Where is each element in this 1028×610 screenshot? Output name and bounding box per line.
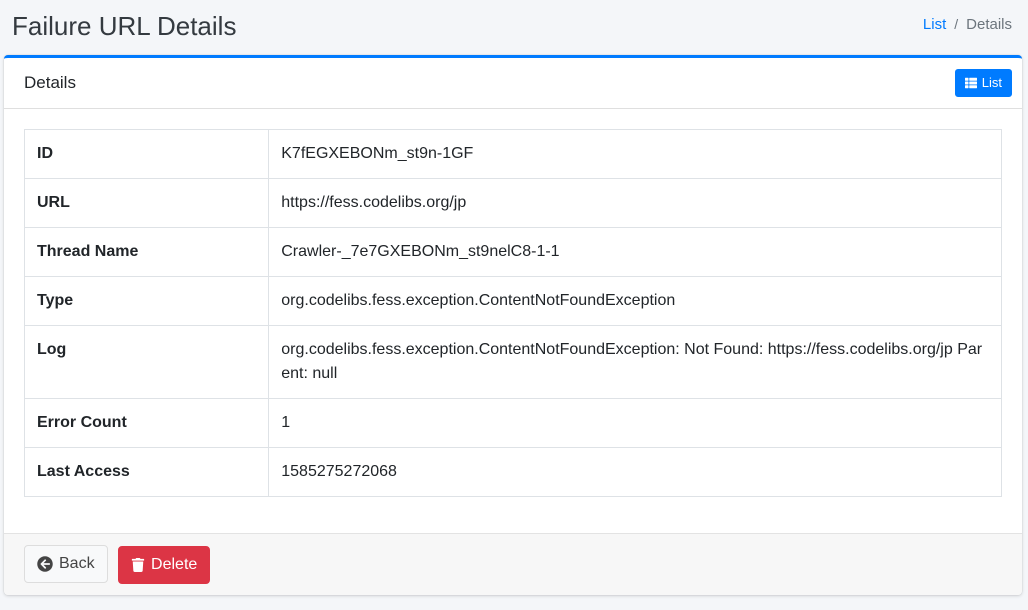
card-body: ID K7fEGXEBONm_st9n-1GF URL https://fess… bbox=[4, 109, 1022, 533]
field-value: org.codelibs.fess.exception.ContentNotFo… bbox=[269, 276, 1002, 325]
card-title: Details bbox=[24, 71, 76, 95]
list-button[interactable]: List bbox=[955, 69, 1012, 97]
field-label: ID bbox=[25, 129, 269, 178]
breadcrumb-item-details: Details bbox=[966, 14, 1012, 35]
delete-button[interactable]: Delete bbox=[118, 546, 210, 584]
trash-icon bbox=[131, 558, 145, 572]
breadcrumb: List / Details bbox=[923, 14, 1012, 35]
details-table: ID K7fEGXEBONm_st9n-1GF URL https://fess… bbox=[24, 129, 1002, 497]
field-value: https://fess.codelibs.org/jp bbox=[269, 178, 1002, 227]
table-row: Log org.codelibs.fess.exception.ContentN… bbox=[25, 325, 1002, 398]
field-value: 1 bbox=[269, 398, 1002, 447]
table-row: ID K7fEGXEBONm_st9n-1GF bbox=[25, 129, 1002, 178]
back-button-label: Back bbox=[59, 552, 95, 576]
card-header: Details List bbox=[4, 58, 1022, 109]
table-row: Last Access 1585275272068 bbox=[25, 447, 1002, 496]
breadcrumb-link-list[interactable]: List bbox=[923, 14, 946, 35]
field-label: Type bbox=[25, 276, 269, 325]
field-label: Last Access bbox=[25, 447, 269, 496]
arrow-circle-left-icon bbox=[37, 556, 53, 572]
field-label: URL bbox=[25, 178, 269, 227]
table-row: URL https://fess.codelibs.org/jp bbox=[25, 178, 1002, 227]
field-value: 1585275272068 bbox=[269, 447, 1002, 496]
field-value: Crawler-_7e7GXEBONm_st9nelC8-1-1 bbox=[269, 227, 1002, 276]
back-button[interactable]: Back bbox=[24, 545, 108, 583]
page-title: Failure URL Details bbox=[12, 11, 236, 42]
field-value: K7fEGXEBONm_st9n-1GF bbox=[269, 129, 1002, 178]
table-row: Error Count 1 bbox=[25, 398, 1002, 447]
details-card: Details List ID K7fEGXEBONm_st9n-1GF URL… bbox=[4, 55, 1022, 595]
field-label: Log bbox=[25, 325, 269, 398]
breadcrumb-separator: / bbox=[946, 15, 966, 35]
list-button-label: List bbox=[982, 73, 1002, 93]
field-label: Error Count bbox=[25, 398, 269, 447]
th-list-icon bbox=[965, 77, 977, 89]
content-header: Failure URL Details List / Details bbox=[0, 0, 1028, 55]
field-value: org.codelibs.fess.exception.ContentNotFo… bbox=[269, 325, 1002, 398]
table-row: Type org.codelibs.fess.exception.Content… bbox=[25, 276, 1002, 325]
table-row: Thread Name Crawler-_7e7GXEBONm_st9nelC8… bbox=[25, 227, 1002, 276]
delete-button-label: Delete bbox=[151, 553, 197, 577]
field-label: Thread Name bbox=[25, 227, 269, 276]
card-footer: Back Delete bbox=[4, 533, 1022, 595]
